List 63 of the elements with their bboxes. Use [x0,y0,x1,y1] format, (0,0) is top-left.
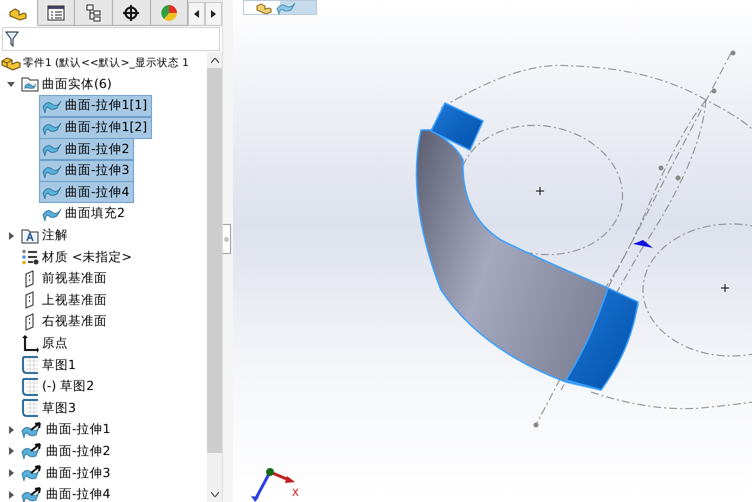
crosshair-icon [122,4,140,22]
tree-item[interactable]: 曲面-拉伸3 [39,160,134,182]
tree-item[interactable]: 草图3 [18,397,81,420]
part-icon [256,2,272,14]
tree-item[interactable]: 注解 [18,224,73,247]
tree-item[interactable]: 右视基准面 [18,310,112,333]
scroll-down-icon [210,492,218,496]
axis-triad-drawing: X [251,466,301,502]
tree-item[interactable]: 曲面-拉伸4 [39,181,134,204]
panel-tab[interactable] [112,0,151,25]
filter-icon [5,31,19,47]
tree-item[interactable]: 曲面-拉伸4 [18,484,116,502]
tree-item[interactable]: 原点 [18,332,73,355]
panel-tab[interactable] [0,0,38,26]
tree-item[interactable]: 曲面-拉伸3 [18,462,116,484]
sketch-icon [21,356,39,374]
material-icon [21,249,39,266]
dot-icon [224,236,229,242]
tree-item[interactable]: 曲面-拉伸2 [18,440,116,462]
tree-item[interactable]: 草图1 [18,354,81,376]
annotation-folder-icon [21,228,39,244]
folder-icon [21,76,39,92]
tree-item[interactable]: 零件1 (默认<<默认>_显示状态 1 [0,52,194,74]
panel-tab[interactable] [38,0,76,25]
tree-item[interactable]: 曲面-拉伸1[1] [39,94,152,117]
expand-arrow-icon[interactable] [7,232,15,240]
panel-tab[interactable] [75,0,113,25]
expand-arrow-icon[interactable] [7,469,15,478]
tree-item[interactable]: 曲面-拉伸2 [39,138,134,160]
expand-arrow-icon[interactable] [7,447,15,456]
surface-icon [42,184,62,200]
left-arrow-icon [194,10,200,18]
collapse-arrow-icon[interactable] [7,80,15,88]
scroll-right-button[interactable] [205,2,222,26]
tree-item[interactable]: 曲面实体(6) [18,73,117,96]
expand-arrow-icon[interactable] [7,426,15,434]
sketch-icon [21,399,39,418]
right-arrow-icon [211,10,216,18]
sketch-icon [21,378,39,396]
tree-item[interactable]: 曲面-拉伸1 [18,418,116,441]
color-wheel-icon [160,4,178,22]
list-icon [46,4,65,20]
extrude-surface-icon [21,464,43,482]
tree-item[interactable]: (-) 草图2 [18,376,100,398]
extrude-surface-icon [21,420,43,439]
tree-item[interactable]: 曲面填充2 [39,202,130,225]
extrude-surface-icon [21,442,43,460]
extrude-surface-icon [21,486,43,502]
scroll-up-icon [210,58,218,62]
graphics-viewport[interactable]: X [233,0,752,502]
surface-icon [42,141,62,158]
tree-item[interactable]: 上视基准面 [18,289,112,312]
tree-item[interactable]: 曲面-拉伸1[2] [39,116,152,139]
origin-icon [21,334,39,353]
configuration-icon [86,4,102,22]
surface-icon [276,0,296,14]
splitter-handle[interactable] [223,224,231,254]
breadcrumb-bar[interactable] [243,0,317,15]
tree-item[interactable]: 前视基准面 [18,268,112,290]
scroll-left-button[interactable] [188,2,206,26]
tree-item[interactable]: 材质 <未指定> [18,246,137,268]
expand-arrow-icon[interactable] [7,490,15,499]
filter-field[interactable] [2,27,220,51]
